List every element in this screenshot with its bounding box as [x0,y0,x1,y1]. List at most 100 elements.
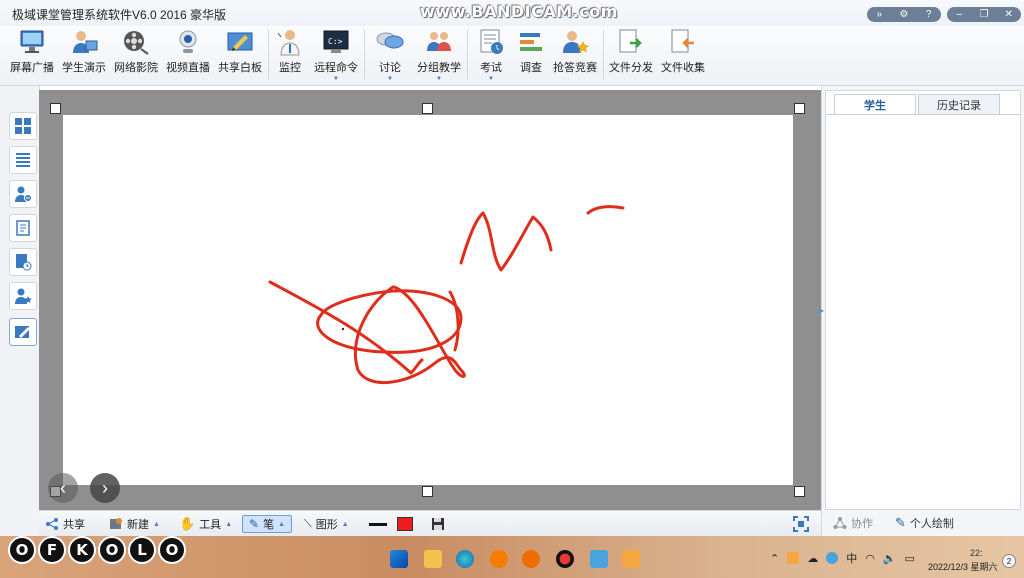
discussion-button[interactable]: 讨论 ▼ [368,26,412,84]
rail-favorite-student-button[interactable] [9,282,37,310]
tools-button[interactable]: ✋ 工具 ▲ [179,515,232,533]
battery-icon[interactable]: ▭ [905,552,915,565]
resize-handle-top-left[interactable] [50,103,61,114]
chevron-left-icon: ‹ [60,477,66,498]
pet-app-icon[interactable] [622,550,640,568]
pen-tool-button[interactable]: ✎ 笔 ▲ [242,515,292,533]
left-rail [0,86,40,536]
collaborate-button[interactable]: 协作 [833,515,873,531]
dropdown-arrow-icon[interactable]: ▼ [488,76,494,82]
ime-indicator[interactable]: 中 [846,550,857,566]
whiteboard-canvas[interactable] [63,115,793,485]
group-teaching-button[interactable]: 分组教学 ▼ [416,26,462,84]
resize-handle-bottom-right[interactable] [794,486,805,497]
gear-icon[interactable]: ⚙ [895,8,913,21]
search-app-2-icon[interactable] [522,550,540,568]
new-page-button[interactable]: 新建 ▲ [109,515,160,533]
volume-icon[interactable]: 🔈 [883,552,897,565]
help-icon[interactable]: ? [920,8,938,21]
pen-color-button[interactable] [397,515,413,533]
toolbar-separator [364,30,365,80]
dropdown-arrow-icon[interactable]: ▼ [436,76,442,82]
windows-start-icon[interactable] [390,550,408,568]
bandicam-watermark: www.BANDICAM.com [420,2,618,21]
group-teaching-icon [427,32,451,51]
quiz-contest-button[interactable]: 抢答竞赛 [552,26,598,84]
resize-handle-top[interactable] [422,103,433,114]
bandicam-record-icon[interactable] [556,550,574,568]
rail-thumbnails-button[interactable] [9,112,37,140]
brush-icon: ✎ [895,515,906,530]
tab-students[interactable]: 学生 [834,94,916,114]
document-icon [16,220,30,236]
ink-dot [341,327,345,331]
tray-color-icon[interactable] [826,552,839,564]
color-swatch [397,517,413,531]
clock-date[interactable]: 2022/12/3 星期六 [928,560,998,573]
previous-page-button[interactable]: ‹ [48,473,78,503]
shapes-button[interactable]: ⟍ 图形 ▲ [304,515,349,533]
clock-time[interactable]: 22: [970,548,983,558]
rail-schedule-button[interactable] [9,248,37,276]
rail-student-button[interactable] [9,180,37,208]
grid-icon [15,118,31,134]
quiz-contest-icon [563,31,589,53]
save-icon [432,518,444,530]
student-demo-button[interactable]: 学生演示 [62,26,106,84]
line-width-button[interactable] [369,515,387,533]
personal-draw-button[interactable]: ✎ 个人绘制 [895,515,954,531]
edit-board-icon [15,326,30,338]
exam-button[interactable]: 考试 ▼ [472,26,510,84]
remote-command-button[interactable]: C:> 远程命令 ▼ [314,26,358,84]
tray-app-icon[interactable] [787,552,800,564]
fullscreen-button[interactable] [793,515,809,533]
edge-browser-icon[interactable] [456,550,474,568]
student-list-panel: 学生 历史记录 [825,90,1021,510]
shared-whiteboard-button[interactable]: 共享白板 [218,26,262,84]
file-explorer-icon[interactable] [424,550,442,568]
system-tray: ⌃ ☁ 中 ◠ 🔈 ▭ [770,550,915,566]
close-icon[interactable]: ✕ [1000,8,1018,21]
save-button[interactable] [431,515,445,533]
minimize-icon[interactable]: – [950,8,968,21]
monitor-button[interactable]: 监控 [274,26,306,84]
screen-broadcast-button[interactable]: 屏幕广播 [10,26,54,84]
video-live-button[interactable]: 视频直播 [166,26,210,84]
file-collect-button[interactable]: 文件收集 [660,26,706,84]
dropdown-arrow-icon[interactable]: ▲ [225,521,232,528]
tab-history[interactable]: 历史记录 [918,94,1000,114]
svg-text:C:>: C:> [328,37,343,46]
dropdown-arrow-icon[interactable]: ▲ [153,521,160,528]
classroom-app-icon[interactable] [590,550,608,568]
dropdown-arrow-icon[interactable]: ▲ [278,521,285,528]
file-distribute-button[interactable]: 文件分发 [608,26,654,84]
collaborate-icon [833,517,847,529]
rail-whiteboard-button[interactable] [9,318,37,346]
dropdown-arrow-icon[interactable]: ▼ [387,76,393,82]
maximize-icon[interactable]: ❐ [975,8,993,21]
next-page-button[interactable]: › [90,473,120,503]
main-toolbar: 屏幕广播 学生演示 网络影院 视频直播 共享白板 监控 C:> 远程命令 ▼ 讨… [0,26,1024,86]
notification-badge[interactable]: 2 [1002,554,1016,568]
search-app-icon[interactable] [490,550,508,568]
panel-collapse-arrow-icon[interactable]: ▶ [818,306,824,315]
rail-list-button[interactable] [9,146,37,174]
shared-whiteboard-icon [227,32,253,51]
file-collect-icon [671,29,694,53]
resize-handle-bottom[interactable] [422,486,433,497]
tray-overflow-icon[interactable]: ⌃ [770,552,779,565]
dropdown-arrow-icon[interactable]: ▲ [342,521,349,528]
survey-button[interactable]: 调查 [514,26,548,84]
collapse-icon[interactable]: » [870,8,888,21]
resize-handle-top-right[interactable] [794,103,805,114]
wifi-icon[interactable]: ◠ [865,552,875,565]
screen-broadcast-icon [20,30,44,53]
network-cinema-button[interactable]: 网络影院 [114,26,158,84]
app-title: 极域课堂管理系统软件V6.0 2016 豪华版 [12,8,227,22]
rail-document-button[interactable] [9,214,37,242]
window-controls: – ❐ ✕ [947,7,1021,22]
share-button[interactable]: 共享 [45,515,85,533]
dropdown-arrow-icon[interactable]: ▼ [333,76,339,82]
weather-icon[interactable]: ☁ [807,552,818,565]
video-live-icon [179,30,197,53]
